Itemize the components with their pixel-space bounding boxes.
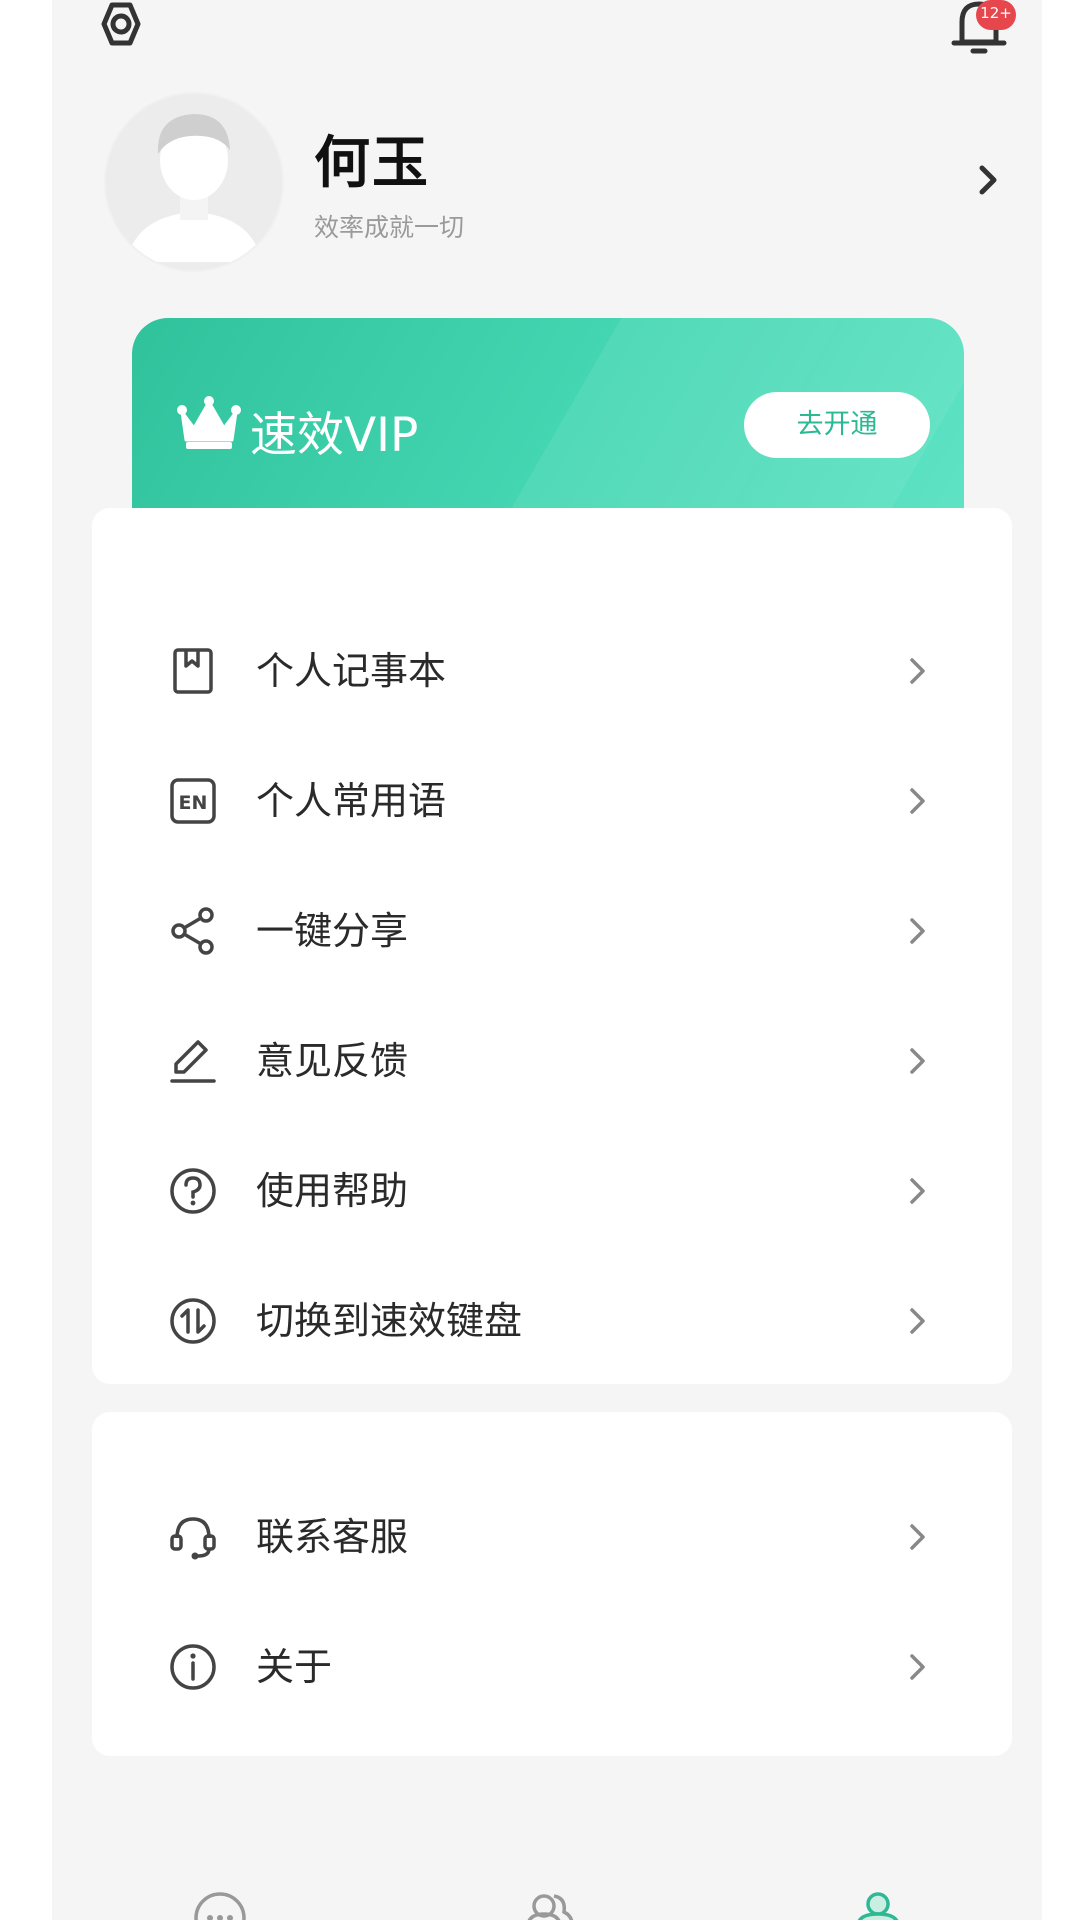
menu-item-label: 个人记事本 <box>256 649 447 693</box>
menu-item-label: 关于 <box>256 1645 333 1689</box>
activate-vip-button[interactable]: 去开通 <box>744 392 930 458</box>
menu-item-feedback[interactable]: 意见反馈 <box>92 994 1012 1126</box>
support-card: 联系客服 关于 <box>92 1412 1012 1756</box>
menu-item-about[interactable]: 关于 <box>92 1600 1012 1732</box>
headset-icon <box>170 1517 216 1560</box>
menu-item-share[interactable]: 一键分享 <box>92 864 1012 996</box>
chevron-right-icon <box>910 1178 925 1204</box>
settings-gear-icon[interactable] <box>88 0 152 48</box>
edit-feedback-icon <box>170 1040 216 1083</box>
share-icon <box>171 907 214 955</box>
switch-icon <box>170 1298 216 1344</box>
chat-icon[interactable] <box>192 1890 248 1920</box>
menu-item-help[interactable]: 使用帮助 <box>92 1124 1012 1256</box>
help-icon <box>170 1168 216 1214</box>
avatar[interactable] <box>104 92 284 272</box>
crown-icon <box>177 396 241 449</box>
vip-title: 速效VIP <box>250 408 419 463</box>
menu-item-label: 切换到速效键盘 <box>256 1299 523 1343</box>
menu-item-phrases[interactable]: EN 个人常用语 <box>92 734 1012 866</box>
menu-item-label: 一键分享 <box>256 909 409 953</box>
profile-icon[interactable] <box>850 1890 906 1920</box>
default-avatar-icon <box>106 94 282 270</box>
svg-text:EN: EN <box>179 792 208 814</box>
chevron-right-icon <box>910 658 925 684</box>
menu-item-switch-keyboard[interactable]: 切换到速效键盘 <box>92 1254 1012 1386</box>
chevron-right-icon <box>910 1308 925 1334</box>
menu-item-label: 个人常用语 <box>256 779 447 823</box>
profile-chevron-right-icon[interactable] <box>974 160 1002 200</box>
user-slogan: 效率成就一切 <box>314 213 465 242</box>
info-icon <box>170 1644 216 1690</box>
en-phrases-icon: EN <box>170 778 216 824</box>
chevron-right-icon <box>910 918 925 944</box>
menu-item-label: 意见反馈 <box>256 1039 409 1083</box>
chevron-right-icon <box>910 1048 925 1074</box>
chevron-right-icon <box>910 788 925 814</box>
notebook-icon <box>173 648 213 694</box>
menu-item-label: 使用帮助 <box>256 1169 409 1213</box>
notification-badge: 12+ <box>976 0 1016 30</box>
menu-item-notebook[interactable]: 个人记事本 <box>92 604 1012 736</box>
vip-banner[interactable]: 速效VIP 去开通 <box>132 318 964 524</box>
menu-item-customer-service[interactable]: 联系客服 <box>92 1470 1012 1602</box>
menu-card: 个人记事本 EN 个人常用语 一键分享 意见反馈 使用帮助 切换到速效键盘 <box>92 508 1012 1384</box>
menu-item-label: 联系客服 <box>256 1515 409 1559</box>
contacts-icon[interactable] <box>520 1890 576 1920</box>
chevron-right-icon <box>910 1524 925 1550</box>
chevron-right-icon <box>910 1654 925 1680</box>
user-name: 何玉 <box>314 131 430 196</box>
